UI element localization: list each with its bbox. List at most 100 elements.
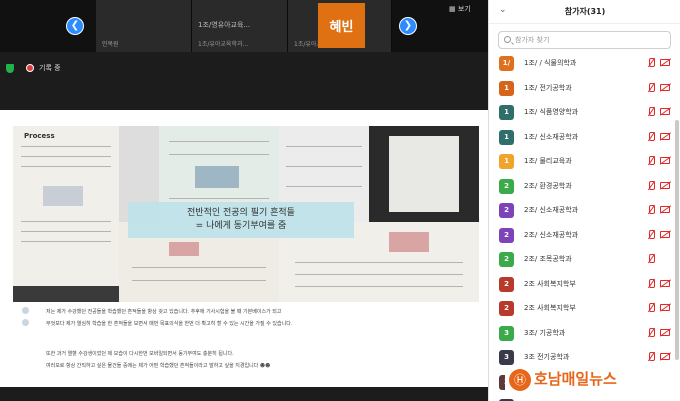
chevron-left-icon: ❮ — [70, 20, 80, 31]
video-off-icon[interactable] — [660, 83, 670, 91]
mic-muted-icon[interactable] — [647, 156, 655, 166]
mic-muted-icon[interactable] — [647, 58, 655, 68]
participant-name: 1조/영유아교육... — [198, 21, 251, 29]
meeting-stage: 인복원 1조/영유아교육... 1조/유아교육학과... 1조/유아교육학과..… — [0, 0, 488, 401]
participant-name: 1조/ 식품영양학과 — [524, 108, 579, 116]
record-icon — [26, 64, 34, 72]
video-tile[interactable]: 인복원 — [96, 0, 192, 52]
search-icon — [504, 36, 511, 43]
panel-title: 참가자(31) — [564, 7, 606, 16]
video-off-icon[interactable] — [660, 279, 670, 287]
participant-row[interactable]: 1 1조/ 식품영양학과 — [489, 102, 680, 126]
mic-muted-icon[interactable] — [647, 327, 655, 338]
participants-panel: ⌄ 참가자(31) 참가자 찾기 1/1조/ / 식물의학과 1 1조/ 전기공학과… — [488, 0, 680, 401]
mic-muted-icon[interactable] — [647, 303, 655, 313]
search-placeholder: 참가자 찾기 — [515, 36, 550, 44]
video-off-icon[interactable] — [660, 353, 670, 360]
video-tile[interactable]: 1조/영유아교육... 1조/유아교육학과... — [192, 0, 288, 52]
video-off-icon[interactable] — [660, 328, 670, 336]
slide-text: 저는 제가 수강했던 전공들을 학습했던 흔적들을 항상 갖고 있습니다. 추후… — [46, 309, 282, 315]
video-off-icon[interactable] — [660, 181, 670, 189]
watermark-text: 호남매일뉴스 — [534, 370, 617, 388]
notebook-photo — [13, 126, 119, 286]
avatar: 1 — [499, 154, 514, 169]
slide-text: 여러모로 항상 간직하고 싶은 물건들 중에는 제가 어떤 학습했던 흔적들이라… — [46, 363, 271, 369]
participant-search-input[interactable]: 참가자 찾기 — [498, 31, 671, 49]
avatar: 1 — [499, 129, 514, 145]
caption-line: 전반적인 전공의 필기 흔적들 — [187, 208, 295, 218]
participant-row[interactable]: 2 2조/ 신소재공학과 — [489, 200, 680, 224]
participant-list: 1/1조/ / 식물의학과 1 1조/ 전기공학과 1 1조/ 식품영양학과 1 1조/ 신… — [489, 53, 680, 401]
participant-name: 3조 전기공학과 — [524, 353, 570, 361]
video-off-icon[interactable] — [660, 230, 670, 238]
watermark: Ⓗ 호남매일뉴스 — [505, 366, 677, 394]
notebook-photo-collage: 전반적인 전공의 필기 흔적들 = 나에게 동기부여를 줌 — [13, 126, 479, 302]
participant-row[interactable]: 1 1조/ 신소재공학과 — [489, 127, 680, 151]
chevron-right-icon: ❯ — [403, 20, 413, 31]
video-off-icon[interactable] — [660, 108, 670, 115]
view-label: 보기 — [457, 5, 471, 13]
view-button[interactable]: ▦ 보기 — [449, 4, 471, 14]
panel-header: ⌄ 참가자(31) — [489, 0, 680, 24]
avatar: 2 — [499, 178, 514, 194]
avatar: 1/ — [499, 56, 514, 71]
avatar: 2 — [499, 252, 514, 267]
shared-screen-slide: 전반적인 전공의 필기 흔적들 = 나에게 동기부여를 줌 Process 저는… — [0, 110, 488, 387]
slide-text: 또한 과거 열혈 수강생이었던 제 모습이 다시한번 모바일되면서 동기부여도 … — [46, 351, 234, 357]
bullet-icon — [22, 307, 29, 314]
participant-name: 2조/ 환경공학과 — [524, 181, 572, 190]
participant-row[interactable]: 2 2조 사회복지학부 — [489, 274, 680, 298]
video-off-icon[interactable] — [660, 157, 670, 164]
avatar: 1 — [499, 105, 514, 120]
video-off-icon[interactable] — [660, 59, 670, 66]
participant-name: 1조/ 전기공학과 — [524, 83, 572, 92]
participant-name: 2조 사회복지학부 — [524, 279, 576, 288]
meeting-status-bar: 기록 중 — [0, 60, 120, 76]
participant-name: 인복원 — [102, 41, 119, 48]
participant-row[interactable]: 2 2조/ 신소재공학과 — [489, 225, 680, 249]
video-off-icon[interactable] — [660, 206, 670, 213]
avatar: 2 — [499, 203, 514, 218]
slide-title: Process — [24, 132, 55, 140]
video-off-icon[interactable] — [660, 132, 670, 140]
shield-icon[interactable] — [6, 64, 14, 73]
participant-row[interactable]: 3 3조/ 기공학과 — [489, 323, 680, 347]
logo: Ⓗ — [509, 369, 531, 391]
avatar: 3 — [499, 325, 514, 341]
video-off-icon[interactable] — [660, 304, 670, 311]
participant-row[interactable]: 1 1조/ 물리교육과 — [489, 151, 680, 175]
participant-name: 1조/ 물리교육과 — [524, 157, 572, 165]
mic-muted-icon[interactable] — [647, 278, 655, 289]
avatar: 2 — [499, 227, 514, 243]
mic-muted-icon[interactable] — [647, 254, 655, 264]
active-speaker-tile[interactable]: 혜빈 — [318, 3, 365, 48]
participant-name: 3조/ 기공학과 — [524, 328, 566, 337]
mic-muted-icon[interactable] — [647, 131, 655, 142]
participant-row[interactable]: 1 1조/ 전기공학과 — [489, 78, 680, 102]
avatar: 2 — [499, 276, 514, 292]
participant-name: 1조/ / 식물의학과 — [524, 59, 577, 67]
participant-row[interactable]: 2 2조/ 조목공학과 — [489, 249, 680, 273]
mic-muted-icon[interactable] — [647, 229, 655, 240]
grid-icon: ▦ — [449, 5, 458, 13]
bullet-icon — [22, 319, 29, 326]
participant-name: 1조/유아교육학과... — [198, 41, 249, 48]
mic-muted-icon[interactable] — [647, 205, 655, 215]
scrollbar[interactable] — [675, 120, 679, 360]
mic-muted-icon[interactable] — [647, 352, 655, 362]
notebook-photo — [369, 126, 479, 222]
participant-name: 2조/ 신소재공학과 — [524, 230, 579, 239]
previous-page-button[interactable]: ❮ — [66, 17, 84, 35]
participant-name: 1조/ 신소재공학과 — [524, 132, 579, 141]
mic-muted-icon[interactable] — [647, 107, 655, 117]
mic-muted-icon[interactable] — [647, 82, 655, 93]
recording-label: 기록 중 — [39, 64, 61, 72]
next-page-button[interactable]: ❯ — [399, 17, 417, 35]
mic-muted-icon[interactable] — [647, 180, 655, 191]
participant-row[interactable]: 33조/ 과 — [489, 396, 680, 401]
participant-name: 2조/ 조목공학과 — [524, 255, 572, 263]
participant-row[interactable]: 2 2조/ 환경공학과 — [489, 176, 680, 200]
avatar: 3 — [499, 350, 514, 365]
participant-row[interactable]: 2 2조 사회복지학부 — [489, 298, 680, 322]
participant-row[interactable]: 1/1조/ / 식물의학과 — [489, 53, 680, 77]
